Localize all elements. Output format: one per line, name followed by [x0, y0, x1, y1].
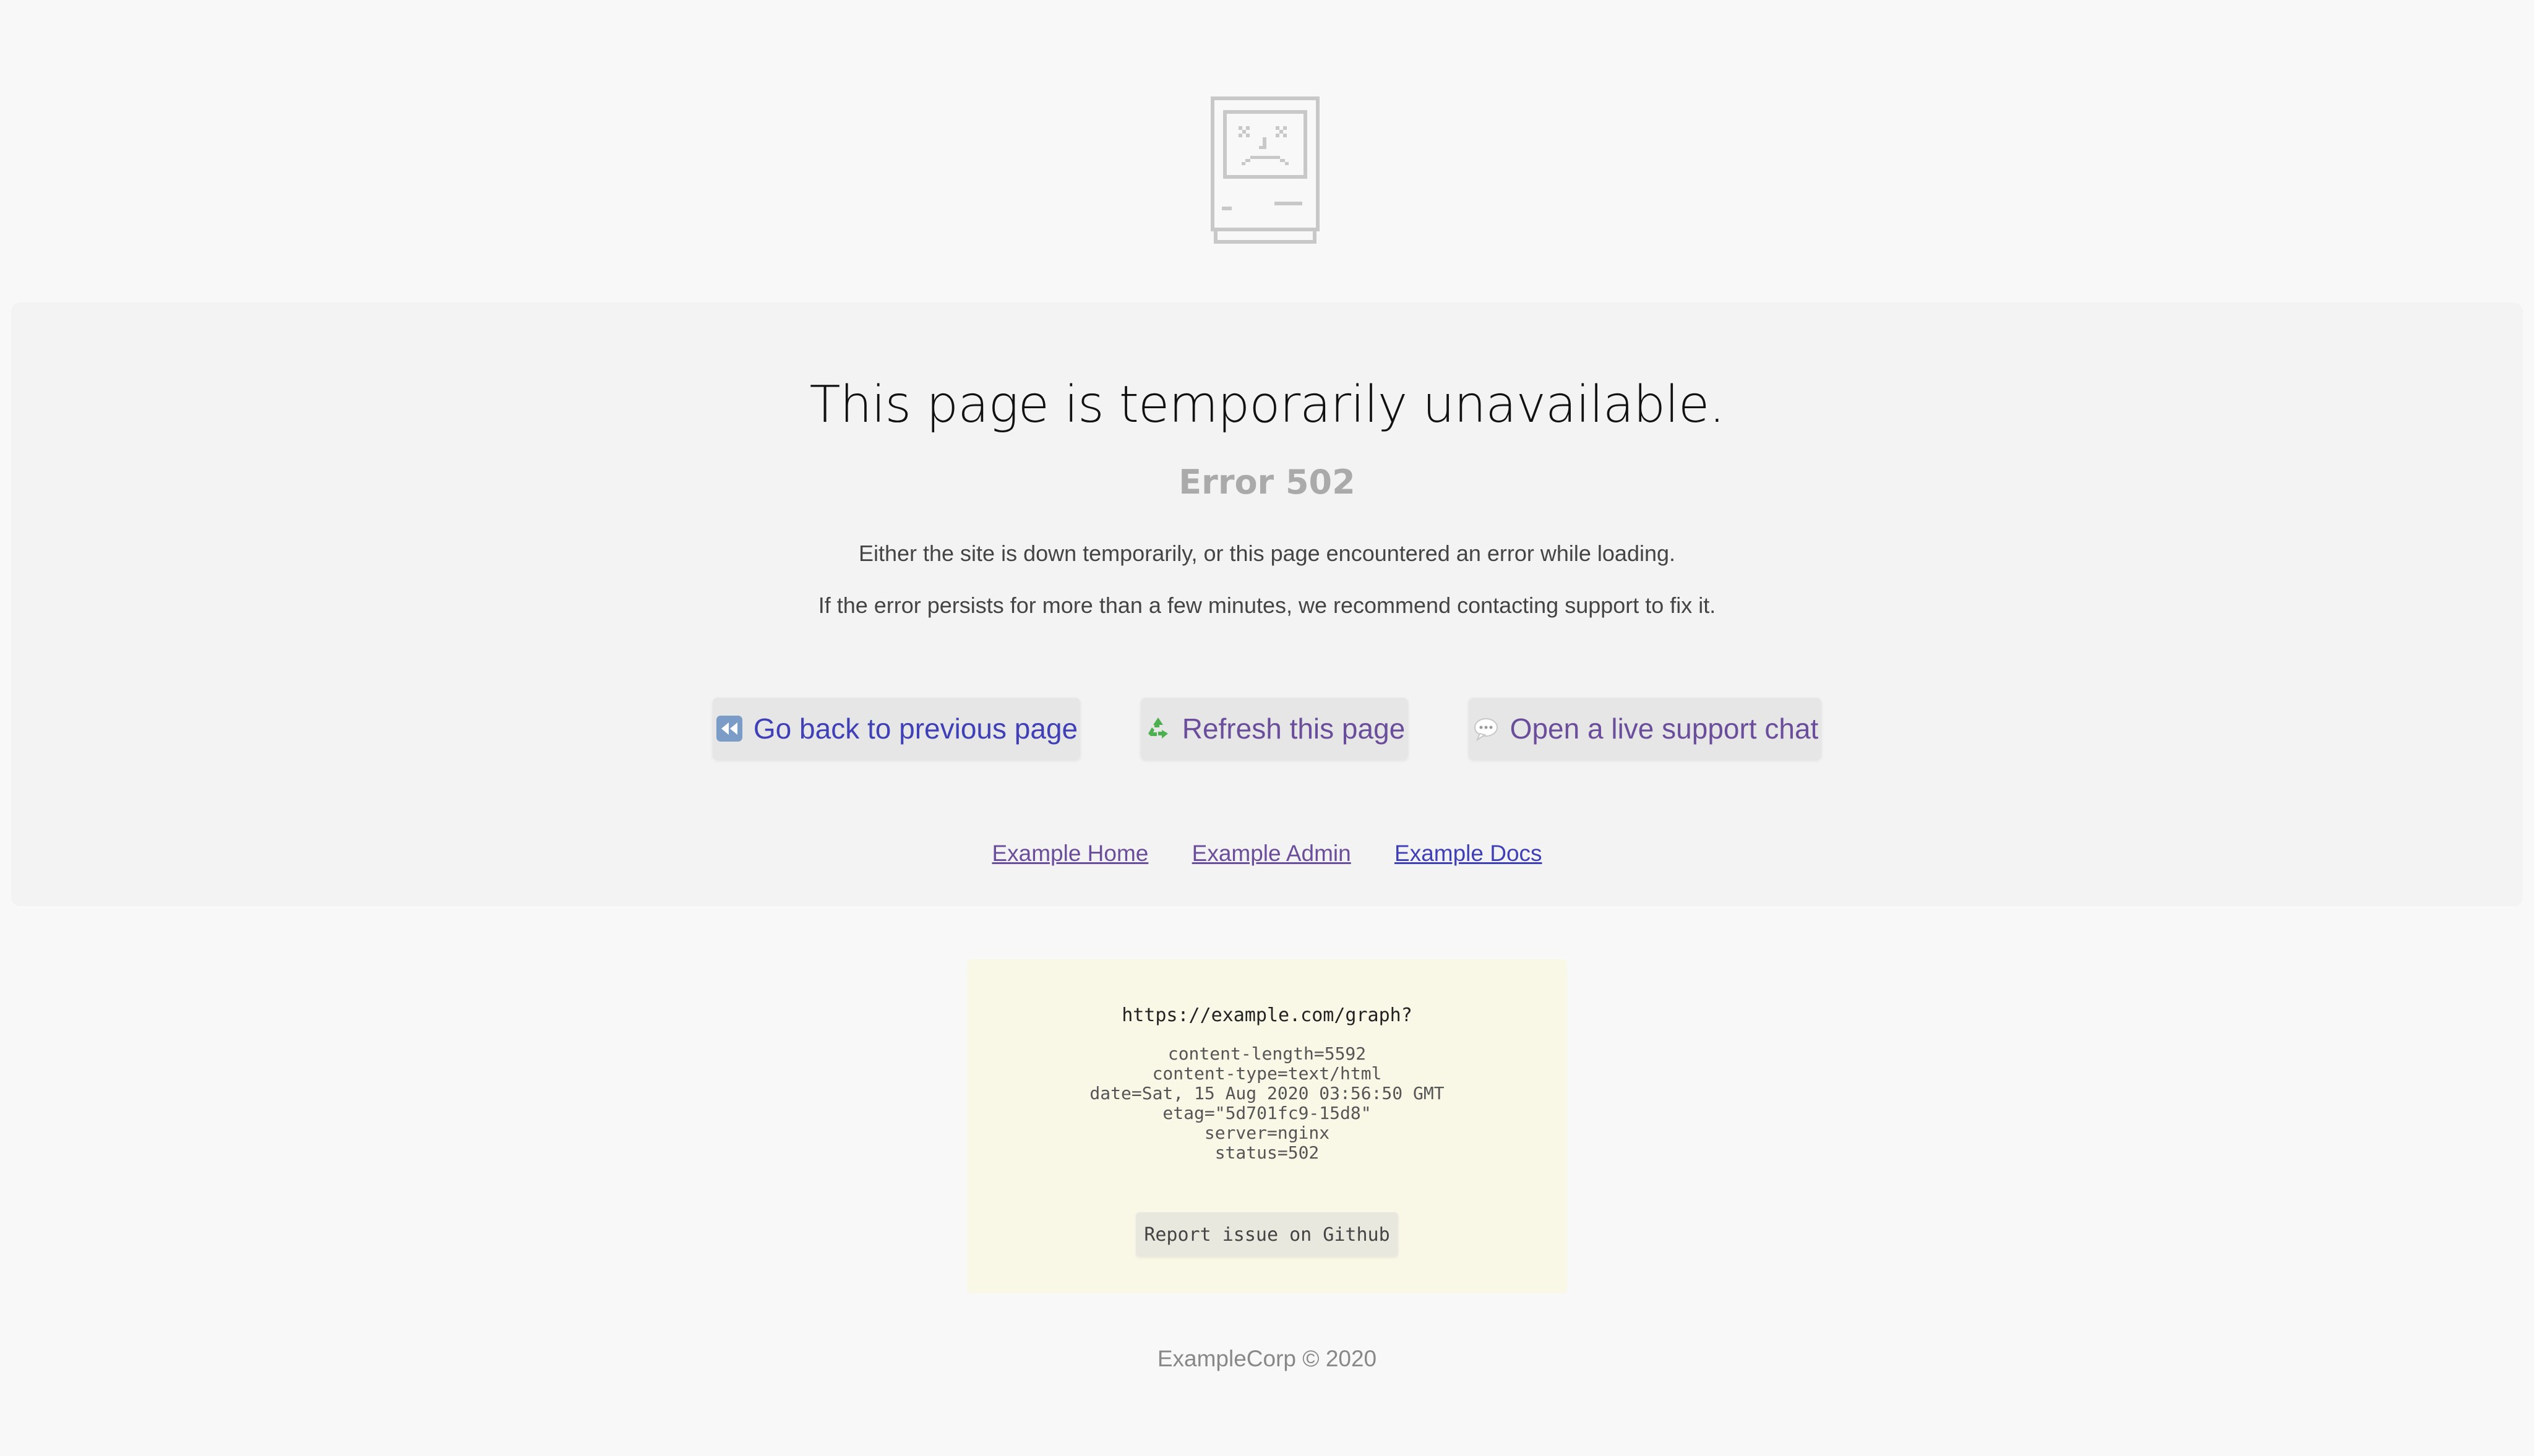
header-line: content-type=text/html [1152, 1063, 1382, 1084]
header-line: server=nginx [1204, 1123, 1330, 1143]
link-example-admin[interactable]: Example Admin [1192, 838, 1351, 869]
report-github-button[interactable]: Report issue on Github [1136, 1212, 1398, 1257]
header-line: etag="5d701fc9-15d8" [1162, 1103, 1372, 1123]
go-back-label: Go back to previous page [753, 713, 1078, 745]
link-example-docs[interactable]: Example Docs [1394, 838, 1542, 869]
refresh-label: Refresh this page [1182, 713, 1406, 745]
sad-computer-icon [1209, 96, 1324, 245]
live-chat-button[interactable]: Open a live support chat [1469, 698, 1821, 760]
error-code: Error 502 [1179, 463, 1355, 502]
error-description-line-1: Either the site is down temporarily, or … [858, 541, 1676, 566]
page-title: This page is temporarily unavailable. [809, 375, 1725, 434]
footer-links: Example Home Example Admin Example Docs [0, 838, 2534, 869]
error-description-line-2: If the error persists for more than a fe… [818, 593, 1716, 618]
live-chat-label: Open a live support chat [1510, 713, 1819, 745]
header-line: status=502 [1214, 1142, 1320, 1163]
request-url: https://example.com/graph? [1122, 1004, 1412, 1026]
refresh-button[interactable]: Refresh this page [1141, 698, 1408, 760]
copyright-footer: ExampleCorp © 2020 [1157, 1346, 1377, 1371]
rewind-icon [715, 714, 744, 743]
header-line: content-length=5592 [1167, 1043, 1367, 1064]
link-example-home[interactable]: Example Home [992, 838, 1148, 869]
speech-bubble-icon [1472, 714, 1500, 743]
recycle-icon [1144, 714, 1172, 743]
header-line: date=Sat, 15 Aug 2020 03:56:50 GMT [1089, 1083, 1445, 1103]
go-back-button[interactable]: Go back to previous page [713, 698, 1080, 760]
response-headers: content-length=5592 content-type=text/ht… [967, 1044, 1567, 1163]
